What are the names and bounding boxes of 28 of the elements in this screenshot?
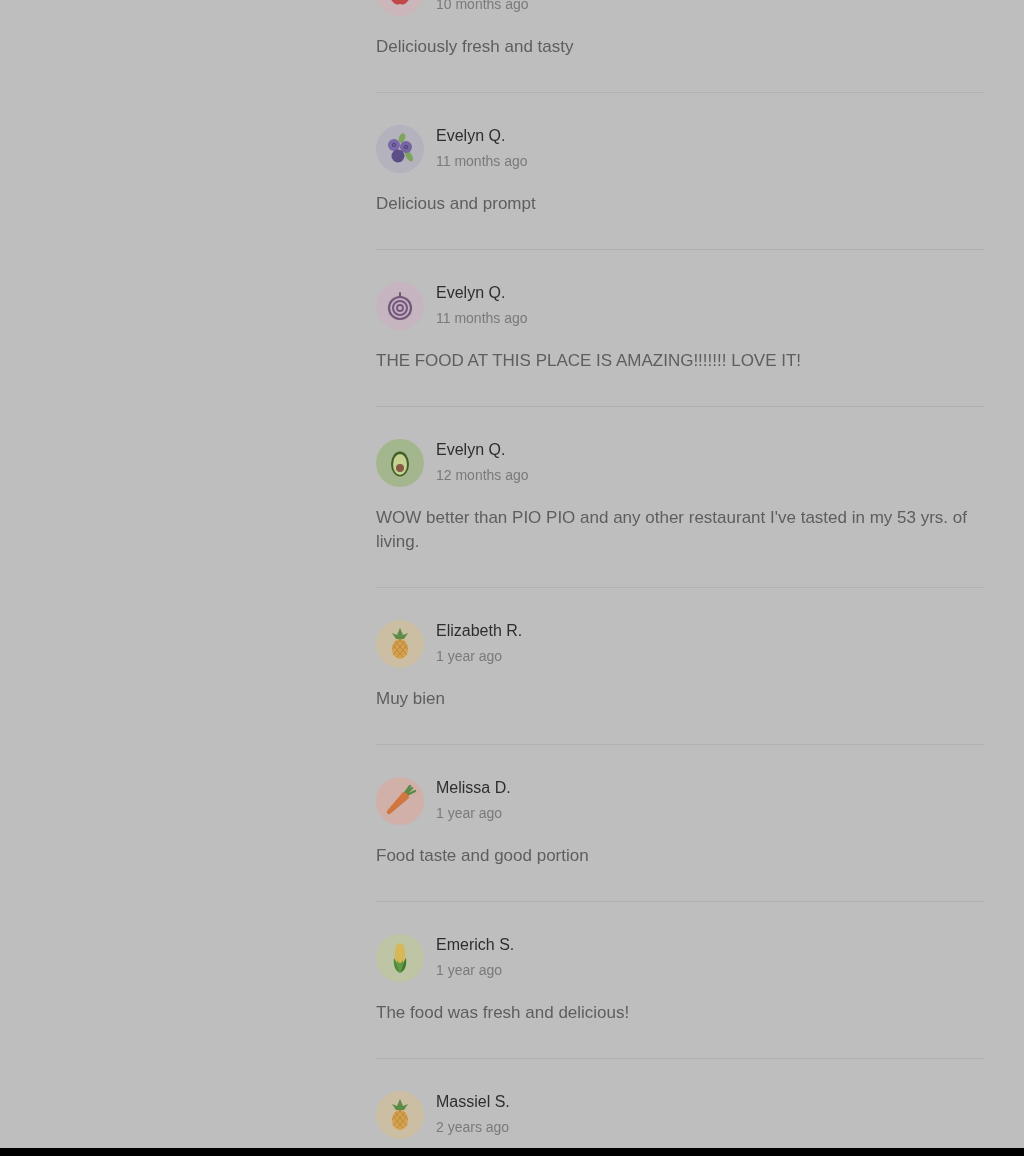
review-time: 11 months ago — [436, 153, 528, 169]
review-time: 12 months ago — [436, 467, 529, 483]
review-text: Deliciously fresh and tasty — [376, 36, 575, 58]
review-time: 1 year ago — [436, 805, 504, 821]
review-text: The food was fresh and delicious! — [376, 1002, 631, 1024]
review-time: 1 year ago — [436, 962, 504, 978]
corn-icon — [376, 934, 424, 982]
blueberries-icon — [376, 125, 424, 173]
review-text: Delicious and prompt — [376, 193, 537, 215]
reviewer-name: Evelyn Q. — [436, 440, 507, 460]
reviewer-name: Massiel S. — [436, 1092, 510, 1112]
onion-icon — [376, 282, 424, 330]
review-time: 2 years ago — [436, 1119, 510, 1135]
reviewer-name: Evelyn Q. — [436, 283, 507, 303]
avocado-icon — [376, 439, 424, 487]
reviewer-name: Evelyn Q. — [436, 126, 507, 146]
review-text: THE FOOD AT THIS PLACE IS AMAZING!!!!!!! LOVE IT! — [376, 350, 803, 372]
carrot-icon — [376, 777, 424, 825]
pineapple-icon — [376, 1091, 424, 1139]
pineapple-icon — [376, 620, 424, 668]
review-text: Food taste and good portion — [376, 845, 590, 867]
reviewer-name: Melissa D. — [436, 778, 511, 798]
review-text: Muy bien — [376, 688, 446, 710]
reviewer-name: Emerich S. — [436, 935, 515, 955]
review-time: 1 year ago — [436, 648, 504, 664]
review-text: WOW better than PIO PIO and any other restaurant I've tasted in my 53 yrs. of living. — [376, 507, 968, 553]
review-time: 11 months ago — [436, 310, 528, 326]
reviewer-name: Elizabeth R. — [436, 621, 523, 641]
